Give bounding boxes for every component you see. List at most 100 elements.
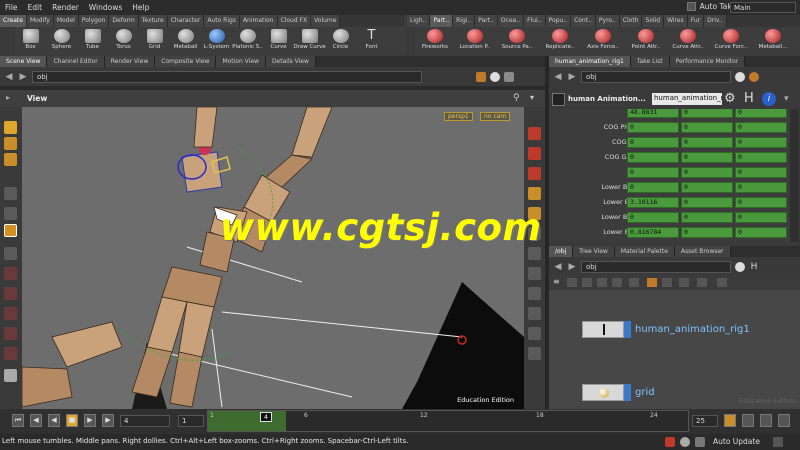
net-align-icon[interactable] [662,278,672,287]
tool-source-particles[interactable]: Source Pa.. [495,27,539,55]
auto-update-menu[interactable]: Auto Update [713,437,760,446]
param-value-2[interactable]: 0 [681,109,733,118]
snap-icon[interactable]: ⚲ [513,93,525,104]
net-tree-icon[interactable] [697,278,707,287]
param-value-3[interactable]: 0 [735,152,787,163]
current-frame-field[interactable]: 4 [120,415,170,427]
menu-arrow-icon[interactable]: ▸ [6,93,16,103]
handles-icon[interactable] [528,327,541,340]
net-layout-icon[interactable] [567,278,577,287]
next-frame-button[interactable]: ▶ [102,414,114,427]
playhead-marker[interactable]: 4 [260,412,272,422]
tab-take-list[interactable]: Take List [630,56,670,67]
param-options-icon[interactable]: ▾ [784,94,789,104]
net-help-icon[interactable]: H [749,262,759,272]
shelf-tab-texture[interactable]: Texture [138,15,168,27]
tool-platonic[interactable]: Platonic S.. [232,27,263,55]
param-path-field[interactable]: obj [581,70,731,83]
ghost-icon[interactable] [528,187,541,200]
tool-point-attractor[interactable]: Point Attr.. [625,27,667,55]
global-anim-options-icon[interactable] [778,414,790,427]
param-value-3[interactable]: 0 [735,109,787,118]
param-value-1[interactable]: 0 [627,122,679,133]
pointer-icon[interactable] [4,187,17,200]
shelf-tab-pyro[interactable]: Pyro.. [595,15,620,27]
tool-torus[interactable]: Torus [108,27,139,55]
names-icon[interactable] [528,347,541,360]
shelf-tab-cloth[interactable]: Cloth [619,15,643,27]
shelf-tab-container[interactable]: Cont.. [571,15,596,27]
play-button[interactable]: ▶ [84,414,96,427]
tab-channel-editor[interactable]: Channel Editor [47,56,105,67]
tool-replicate[interactable]: Replicate.. [539,27,581,55]
shelf-tab-particle-fluids[interactable]: Part.. [475,15,498,27]
tool-metaball[interactable]: Metaball [170,27,201,55]
tab-obj-network[interactable]: /obj [549,246,574,257]
end-frame-field[interactable]: 25 [692,415,718,427]
shelf-tab-lights[interactable]: Ligh.. [407,15,431,27]
param-value-1[interactable]: 0.816784 [627,227,679,238]
stop-button[interactable]: ■ [66,414,78,427]
bone-tool-icon[interactable] [4,287,17,300]
update-toggle-icon[interactable] [773,437,783,447]
param-value-2[interactable]: 0 [681,137,733,148]
select-points-icon[interactable] [4,153,17,166]
node-display-flag[interactable] [624,321,631,338]
info-icon[interactable]: i [762,92,776,106]
pose-tool-icon[interactable] [4,224,17,237]
net-pin-icon[interactable] [735,261,745,272]
tool-fireworks[interactable]: Fireworks [415,27,455,55]
param-value-3[interactable]: 0 [735,227,787,238]
shelf-tab-drive[interactable]: Driv.. [704,15,727,27]
tab-performance-monitor[interactable]: Performance Monitor [669,56,746,67]
tab-parameters[interactable]: human_animation_rig1 [549,56,631,67]
param-back-arrow-icon[interactable]: ◀ [553,72,563,82]
menu-file[interactable]: File [0,3,23,12]
param-value-1[interactable]: 0 [627,182,679,193]
tab-scene-view[interactable]: Scene View [0,56,48,67]
shelf-tab-animation[interactable]: Animation [239,15,278,27]
shading-icon[interactable] [528,167,541,180]
net-tool-icon[interactable]: ≡ [553,277,560,286]
scene-viewport[interactable]: persp1 no cam Education Edition [22,107,524,409]
shelf-tab-deform[interactable]: Deform [109,15,139,27]
start-frame-field[interactable]: 1 [178,415,204,427]
shelf-tab-auto-rigs[interactable]: Auto Rigs [204,15,240,27]
shelf-tab-wires[interactable]: Wires [664,15,688,27]
param-value-3[interactable]: 0 [735,122,787,133]
menu-help[interactable]: Help [127,3,154,12]
net-sticky-icon[interactable] [629,278,639,287]
shelf-tab-polygon[interactable]: Polygon [78,15,110,27]
param-value-3[interactable]: 0 [735,167,787,178]
gear-icon[interactable]: ⚙ [724,91,736,106]
guides-icon[interactable] [528,267,541,280]
shelf-tab-ocean[interactable]: Ocea.. [497,15,525,27]
net-color-icon[interactable] [612,278,622,287]
tool-curve-attractor[interactable]: Curve Attr.. [667,27,709,55]
param-forward-arrow-icon[interactable]: ▶ [567,72,577,82]
param-value-2[interactable]: 0 [681,182,733,193]
tool-curve-force[interactable]: Curve Forc.. [709,27,753,55]
param-value-2[interactable]: 0 [681,227,733,238]
cam-menu[interactable]: no cam [480,112,511,121]
auto-takes-checkbox[interactable] [686,2,696,11]
tab-asset-browser[interactable]: Asset Browser [674,246,731,257]
shelf-tab-fur[interactable]: Fur [687,15,705,27]
shelf-tab-create[interactable]: Create [0,15,27,27]
net-flag-icon[interactable] [597,278,607,287]
shelf-tab-modify[interactable]: Modify [26,15,54,27]
param-value-3[interactable]: 0 [735,212,787,223]
play-reverse-button[interactable]: ◀ [48,414,60,427]
tool-font[interactable]: T Font [356,27,387,55]
tool-circle[interactable]: Circle [325,27,356,55]
net-forward-arrow-icon[interactable]: ▶ [567,262,577,272]
param-value-1[interactable]: 0 [627,167,679,178]
shelf-tab-fluid[interactable]: Flui.. [524,15,546,27]
cook-icon[interactable] [695,437,705,447]
shelf-tab-volume[interactable]: Volume [311,15,341,27]
param-value-1[interactable]: 0 [627,137,679,148]
param-value-3[interactable]: 0 [735,182,787,193]
timeline-track[interactable]: 1 6 12 18 24 4 [207,410,689,432]
param-pin-icon[interactable] [735,71,745,82]
tab-composite-view[interactable]: Composite View [155,56,217,67]
